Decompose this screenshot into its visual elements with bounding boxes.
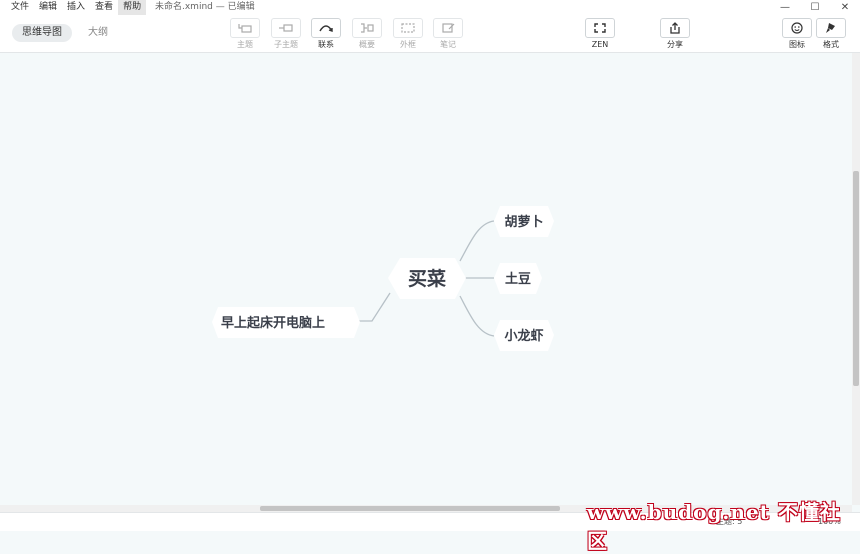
title-bar: 文件 编辑 插入 查看 帮助 未命名.xmind — 已编辑 — ☐ ✕ [0, 0, 860, 15]
menu-help[interactable]: 帮助 [118, 0, 147, 15]
menu-edit[interactable]: 编辑 [34, 0, 62, 15]
summary-label: 概要 [359, 40, 375, 49]
subtopic-button[interactable]: 子主题 [271, 18, 301, 49]
subtopic-crayfish-text: 小龙虾 [504, 328, 543, 344]
horizontal-scroll-thumb[interactable] [260, 506, 560, 511]
floating-topic-text: 早上起床开电脑上 [221, 315, 325, 331]
mind-map-canvas[interactable]: 买菜 胡萝卜 土豆 小龙虾 早上起床开电脑上 [0, 53, 852, 505]
share-button[interactable]: 分享 [660, 18, 690, 49]
icon-panel-button[interactable]: 图标 [782, 18, 812, 49]
boundary-label: 外框 [400, 40, 416, 49]
relationship-label: 联系 [318, 40, 334, 49]
connector-floating [358, 292, 391, 322]
menu-view[interactable]: 查看 [90, 0, 118, 15]
window-controls: — ☐ ✕ [770, 0, 860, 15]
share-icon [670, 22, 680, 34]
subtopic-carrot-text: 胡萝卜 [504, 214, 543, 230]
smiley-icon [791, 22, 803, 34]
zen-button[interactable]: ZEN [585, 18, 615, 49]
subtopic-crayfish[interactable]: 小龙虾 [494, 320, 554, 351]
floating-topic[interactable]: 早上起床开电脑上 [212, 307, 360, 338]
central-topic-text: 买菜 [408, 267, 446, 290]
icon-panel-label: 图标 [789, 40, 805, 49]
paint-brush-icon [826, 23, 835, 33]
view-tabs: 思维导图 大纲 [12, 24, 118, 42]
close-button[interactable]: ✕ [830, 0, 860, 15]
central-topic[interactable]: 买菜 [388, 258, 466, 299]
subtopic-icon [279, 24, 293, 32]
subtopic-potato[interactable]: 土豆 [494, 263, 542, 294]
menu-file[interactable]: 文件 [6, 0, 34, 15]
fullscreen-icon [594, 23, 606, 33]
maximize-button[interactable]: ☐ [800, 0, 830, 15]
note-label: 笔记 [440, 40, 456, 49]
topic-label: 主题 [237, 40, 253, 49]
relationship-button[interactable]: 联系 [311, 18, 341, 49]
tab-outline[interactable]: 大纲 [78, 24, 118, 42]
summary-button[interactable]: 概要 [352, 18, 382, 49]
vertical-scroll-thumb[interactable] [853, 171, 859, 386]
boundary-button[interactable]: 外框 [393, 18, 423, 49]
subtopic-potato-text: 土豆 [505, 271, 531, 287]
toolbar: 思维导图 大纲 主题 子主题 联系 概要 外框 笔记 ZEN 分享 图标 格式 [0, 15, 860, 53]
subtopic-carrot[interactable]: 胡萝卜 [494, 206, 554, 237]
boundary-icon [401, 23, 415, 33]
vertical-scrollbar[interactable] [852, 53, 860, 505]
zen-label: ZEN [591, 40, 609, 49]
topic-button[interactable]: 主题 [230, 18, 260, 49]
document-title: 未命名.xmind — 已编辑 [155, 2, 255, 12]
connector-crayfish [459, 295, 495, 337]
format-button[interactable]: 格式 [816, 18, 846, 49]
summary-icon [361, 23, 374, 33]
minimize-button[interactable]: — [770, 0, 800, 15]
share-label: 分享 [667, 40, 683, 49]
note-button[interactable]: 笔记 [433, 18, 463, 49]
topic-icon [238, 24, 252, 33]
note-icon [442, 23, 455, 33]
site-watermark: www.budog.net 不懂社区 [587, 496, 860, 554]
tab-mind-map[interactable]: 思维导图 [12, 24, 72, 42]
format-label: 格式 [823, 40, 839, 49]
subtopic-label: 子主题 [274, 40, 298, 49]
menu-bar: 文件 编辑 插入 查看 帮助 [6, 0, 147, 15]
menu-insert[interactable]: 插入 [62, 0, 90, 15]
relationship-icon [319, 25, 333, 32]
watermark-site: www.budog.net [587, 500, 770, 524]
connector-carrot [459, 220, 495, 262]
